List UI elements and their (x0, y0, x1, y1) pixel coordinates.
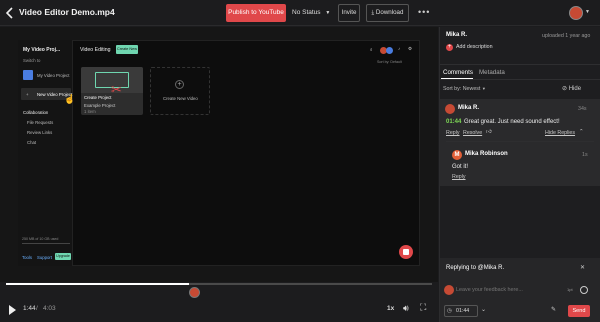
frame-footer-3: Upgrade (55, 253, 71, 260)
comment-thread (440, 99, 600, 186)
sort-dropdown[interactable]: Sort by: Newest ▼ (443, 86, 486, 92)
frame-storage: 250 MB of 10 GB used (22, 237, 59, 241)
record-button[interactable] (399, 245, 413, 259)
fullscreen-icon[interactable]: ⛶ (420, 302, 426, 313)
hide-comments-button[interactable]: ⊘ Hide (562, 85, 589, 94)
play-icon[interactable] (9, 305, 16, 315)
time-separator: / (36, 305, 38, 312)
cursor-hand-icon: ☝ (64, 94, 76, 104)
frame-gear-icon: ⚙ (408, 46, 412, 51)
frame-bell-icon: ♪ (398, 46, 401, 51)
reply-divider (446, 141, 594, 142)
frame-new-video-card (150, 67, 210, 115)
frame-folder: Video Editing (80, 47, 111, 53)
frame-card-subtitle: Example Project (84, 103, 116, 108)
plus-icon: + (26, 92, 29, 97)
frame-chat: Chat (27, 140, 37, 145)
panel-divider (440, 64, 600, 65)
video-title: Video Editor Demo.mp4 (19, 7, 115, 17)
duration: 4:03 (43, 305, 56, 312)
download-button[interactable]: ⤓ Download (366, 4, 409, 22)
frame-create-new-video: Create New Video (163, 96, 198, 101)
toggle-icon[interactable] (580, 286, 588, 294)
frame-footer-1: Tools (22, 255, 33, 260)
more-options-button[interactable]: ••• (418, 7, 430, 17)
tab-comments[interactable]: Comments (443, 69, 473, 76)
comment-author: Mika R. (458, 105, 480, 111)
send-button[interactable]: Send (568, 305, 590, 317)
reply-author: Mika Robinson (465, 151, 508, 157)
tabs-divider (440, 79, 600, 80)
comment-marker-avatar[interactable] (189, 287, 200, 298)
close-icon[interactable]: ✕ (580, 264, 585, 271)
reply-timecode: 01:44 (456, 308, 470, 314)
plus-circle-icon: + (175, 80, 184, 89)
clock-icon: ◷ (447, 308, 452, 314)
comment-timecode[interactable]: 01:44 (446, 119, 461, 125)
frame-collaboration: Collaboration (23, 110, 49, 115)
caret-down-icon: ▼ (325, 10, 331, 16)
video-frame (18, 40, 420, 266)
invite-button[interactable]: Invite (338, 4, 360, 22)
reply-reply-link[interactable]: Reply (452, 174, 466, 180)
sort-label: Sort by: Newest (443, 86, 481, 92)
add-icon: + (446, 44, 453, 51)
scissors-icon: ✂ (111, 82, 122, 97)
panel-user: Mika R. (446, 32, 468, 38)
caret-down-icon: ▼ (481, 86, 486, 91)
user-avatar[interactable] (569, 6, 583, 20)
reply-box-avatar (444, 285, 454, 295)
download-icon: ⤓ (371, 10, 375, 16)
status-label: No Status (292, 9, 321, 16)
comment-age: 34s (578, 106, 587, 112)
project-thumb-icon (23, 70, 33, 80)
speed-button[interactable]: 1x (387, 305, 394, 312)
toggle-label: 1pt (567, 287, 573, 292)
frame-avatar-2 (386, 47, 393, 54)
frame-switch-to: Switch to (23, 58, 41, 63)
hide-label: Hide (568, 86, 582, 92)
app-root: Video Editor Demo.mp4 Publish to YouTube… (0, 0, 600, 322)
thumbs-up-icon[interactable]: 👍︎ (486, 129, 492, 135)
ellipsis-icon: ••• (418, 7, 431, 17)
panel-uploaded: uploaded 1 year ago (542, 33, 591, 39)
eye-off-icon: ⊘ (562, 86, 568, 92)
comment-reply-link[interactable]: Reply (446, 130, 460, 136)
reply-age: 1s (582, 152, 588, 158)
comment-text: Great great. Just need sound effect! (464, 119, 560, 125)
publish-youtube-button[interactable]: Publish to YouTube (226, 4, 286, 22)
frame-footer-2: Support (37, 255, 53, 260)
frame-review-links: Review Links (27, 130, 53, 135)
frame-sort: Sort by: Default (377, 60, 402, 64)
frame-project-1: My Video Project (37, 73, 70, 78)
chevron-up-icon[interactable]: ⌃ (579, 129, 583, 135)
timecode-chip[interactable]: ◷ 01:44 (444, 305, 478, 317)
back-button[interactable] (5, 7, 14, 19)
feedback-input[interactable] (456, 285, 562, 295)
frame-project-menu: My Video Proj... (23, 47, 61, 53)
download-label: Download (375, 9, 404, 16)
comment-avatar (445, 104, 455, 114)
hide-replies-link[interactable]: Hide Replies (545, 130, 575, 136)
caret-down-icon[interactable]: ▼ (585, 9, 590, 15)
chevron-left-icon (5, 7, 13, 19)
replying-to-title: Replying to @Mika R. (446, 265, 505, 271)
comment-resolve-link[interactable]: Resolve (463, 130, 482, 136)
frame-file-requests: File Requests (27, 120, 54, 125)
pencil-icon[interactable]: ✎ (551, 306, 556, 313)
frame-card-title: Create Project (84, 95, 112, 100)
tab-metadata[interactable]: Metadata (479, 69, 505, 76)
progress-fill (6, 283, 190, 285)
add-description-link[interactable]: Add description (456, 44, 493, 50)
reply-avatar: M (452, 150, 462, 160)
reply-text: Got it! (452, 164, 469, 170)
chevron-down-icon[interactable]: ⌄ (481, 306, 486, 313)
frame-storage-bar (22, 243, 70, 244)
status-dropdown[interactable]: No Status ▼ (292, 4, 332, 22)
frame-card-meta: 1 item (84, 109, 96, 114)
frame-search-icon: ⌕ (370, 47, 373, 52)
frame-create-new: Create New (116, 45, 138, 54)
current-time: 1:44 (23, 305, 36, 312)
volume-icon[interactable]: 🔊︎ (403, 303, 409, 314)
